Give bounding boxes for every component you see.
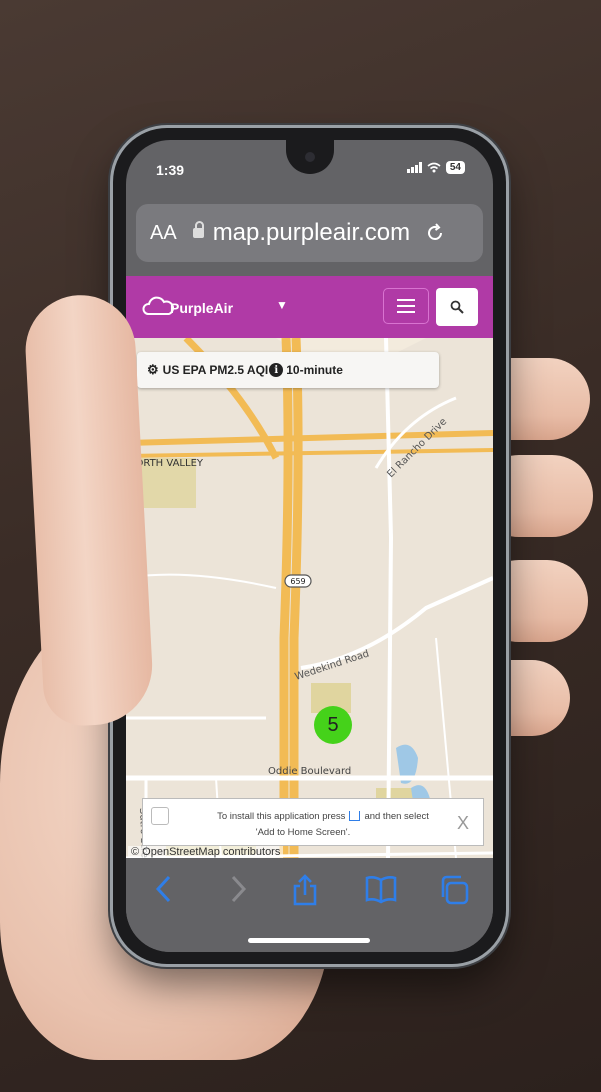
install-text-line2: 'Add to Home Screen'. (255, 827, 351, 838)
app-icon (151, 807, 169, 825)
brand-name[interactable]: PurpleAir (170, 300, 233, 316)
map-label-oddie: Oddie Boulevard (268, 766, 351, 777)
phone: 1:39 54 AA map.purpleair.com PurpleAir ▼ (113, 128, 506, 964)
map-tiles: NORTH VALLEY El Rancho Drive Wedekind Ro… (126, 338, 493, 858)
status-icons: 54 (406, 161, 465, 174)
hand-thumb (22, 292, 156, 728)
camera-icon (305, 152, 315, 162)
status-time: 1:39 (156, 162, 185, 178)
tabs-icon[interactable] (438, 874, 470, 906)
aqi-selector[interactable]: ⚙ US EPA PM2.5 AQI i 10-minute (137, 352, 439, 388)
map-attribution[interactable]: © OpenStreetMap contributors (128, 846, 284, 858)
hamburger-menu-button[interactable] (383, 288, 429, 324)
aqi-period: 10-minute (286, 363, 343, 377)
route-shield-659: 659 (290, 577, 305, 586)
close-icon[interactable]: X (457, 813, 469, 834)
notch (286, 140, 334, 174)
phone-screen: 1:39 54 AA map.purpleair.com PurpleAir ▼ (126, 140, 493, 952)
reload-icon[interactable] (424, 222, 446, 244)
aqi-label: US EPA PM2.5 AQI (162, 363, 269, 377)
back-icon[interactable] (154, 874, 174, 904)
home-indicator[interactable] (248, 938, 370, 943)
address-bar[interactable]: AA map.purpleair.com (136, 204, 483, 262)
info-icon[interactable]: i (269, 363, 284, 377)
share-icon (349, 811, 361, 821)
search-icon (450, 300, 464, 314)
install-text-line1: To install this application press and the… (217, 811, 429, 822)
battery-indicator: 54 (445, 161, 465, 174)
chevron-down-icon[interactable]: ▼ (276, 298, 288, 312)
wifi-icon (427, 162, 441, 173)
browser-toolbar (126, 858, 493, 952)
share-icon[interactable] (290, 874, 320, 906)
bookmarks-icon[interactable] (364, 874, 398, 904)
signal-icon (406, 162, 422, 173)
search-button[interactable] (436, 288, 478, 326)
text-size-button[interactable]: AA (150, 222, 177, 245)
lock-icon (192, 221, 204, 238)
purpleair-header: PurpleAir ▼ (126, 276, 493, 338)
sensor-marker[interactable]: 5 (314, 706, 352, 744)
url-text[interactable]: map.purpleair.com (213, 219, 410, 247)
install-banner: To install this application press and the… (142, 798, 484, 846)
map-view[interactable]: NORTH VALLEY El Rancho Drive Wedekind Ro… (126, 338, 493, 858)
gear-icon[interactable]: ⚙ (147, 362, 159, 378)
forward-icon[interactable] (228, 874, 248, 904)
